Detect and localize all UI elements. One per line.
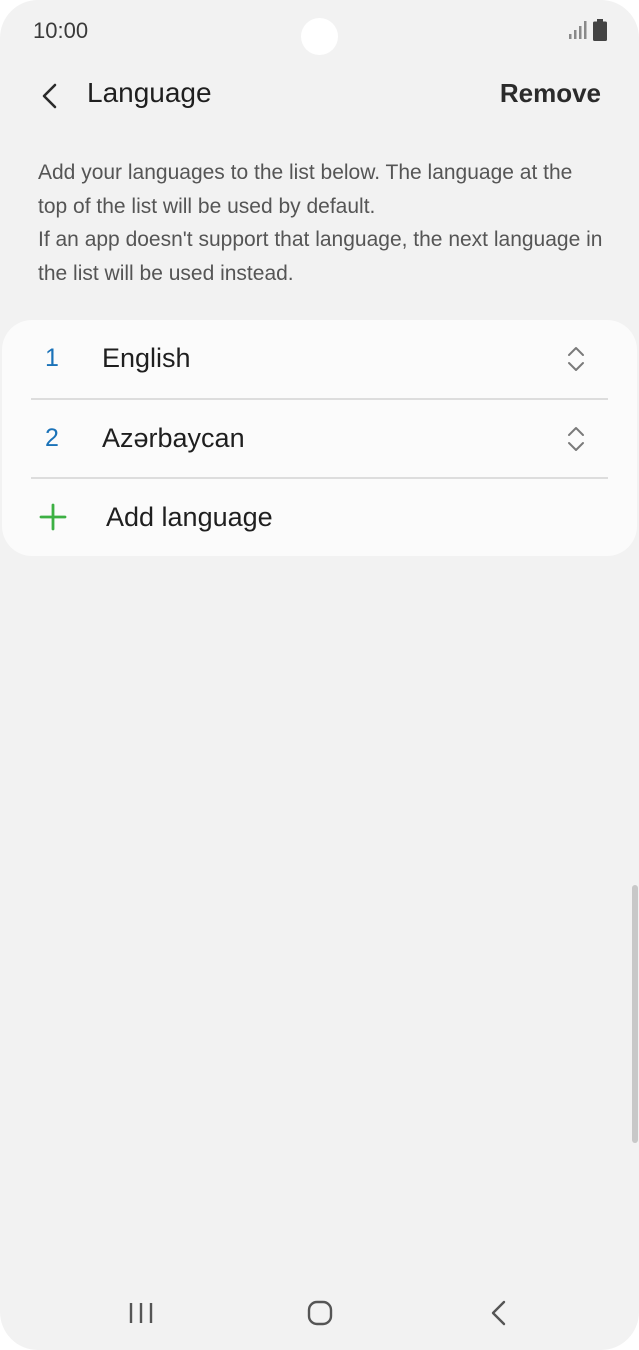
language-name: Azərbaycan xyxy=(102,423,245,453)
navigation-bar xyxy=(0,1278,639,1350)
language-priority-number: 1 xyxy=(45,344,59,372)
add-language-label: Add language xyxy=(106,502,273,532)
phone-screen: 10:00 Language Remove Add your languages… xyxy=(0,0,639,1350)
battery-icon xyxy=(593,19,607,41)
status-time: 10:00 xyxy=(33,18,89,43)
language-row-azerbaycan[interactable]: 2 Azərbaycan xyxy=(2,400,637,478)
description-line-fallback: If an app doesn't support that language,… xyxy=(38,228,603,285)
home-icon[interactable] xyxy=(302,1297,338,1329)
reorder-icon[interactable] xyxy=(563,344,589,374)
status-bar: 10:00 xyxy=(0,0,639,62)
recents-icon[interactable] xyxy=(124,1298,158,1328)
description-text: Add your languages to the list below. Th… xyxy=(38,156,603,290)
scrollbar-thumb[interactable] xyxy=(632,885,638,1143)
description-line-default: Add your languages to the list below. Th… xyxy=(38,161,573,218)
page-title: Language xyxy=(87,77,212,108)
back-button[interactable] xyxy=(30,76,70,116)
signal-icon xyxy=(569,21,587,39)
reorder-icon[interactable] xyxy=(563,424,589,454)
plus-icon xyxy=(39,503,67,531)
camera-cutout xyxy=(301,18,338,55)
back-icon[interactable] xyxy=(484,1297,514,1329)
chevron-left-icon xyxy=(42,83,57,109)
language-row-english[interactable]: 1 English xyxy=(2,320,637,398)
language-priority-number: 2 xyxy=(45,424,59,452)
remove-button[interactable]: Remove xyxy=(500,78,601,109)
language-name: English xyxy=(102,343,191,373)
language-list-card: 1 English 2 Azərbaycan Add language xyxy=(2,320,637,556)
app-bar: Language Remove xyxy=(0,62,639,132)
add-language-button[interactable]: Add language xyxy=(2,479,637,556)
